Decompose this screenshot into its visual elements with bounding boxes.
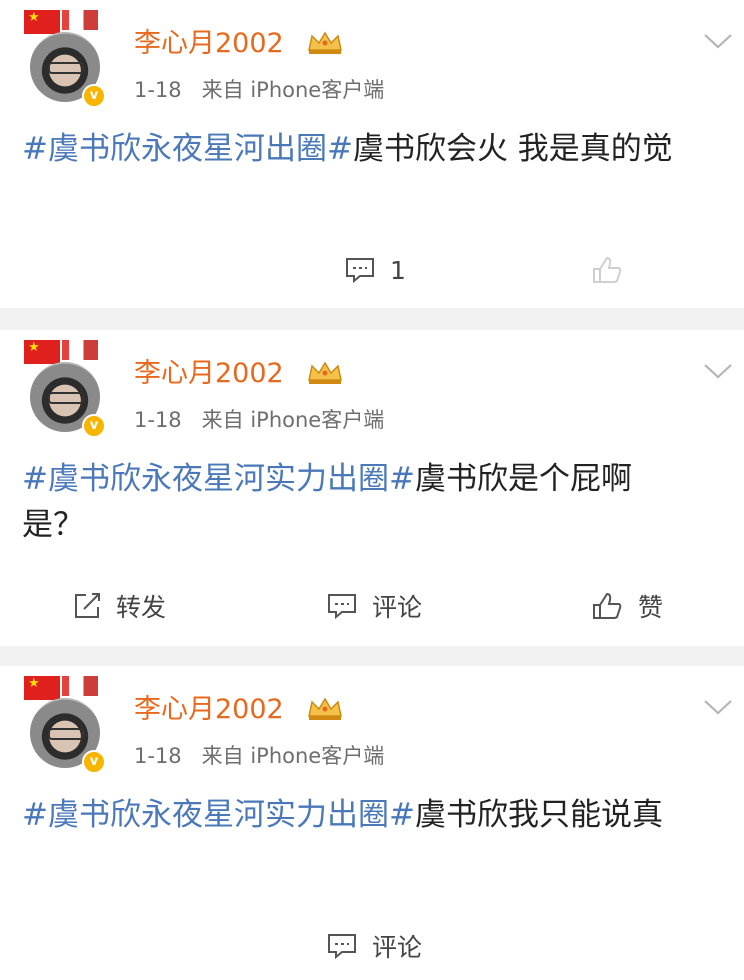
chevron-down-icon[interactable] — [702, 30, 734, 52]
like-button[interactable] — [590, 244, 638, 296]
username[interactable]: 李心月2002 — [134, 692, 284, 728]
avatar-glasses — [48, 392, 84, 404]
like-icon — [593, 592, 622, 619]
flag-decoration — [62, 10, 98, 30]
verified-badge-icon: v — [82, 84, 106, 108]
verified-badge-icon: v — [82, 750, 106, 774]
hashtag-link[interactable]: #虞书欣永夜星河实力出圈# — [22, 797, 415, 833]
action-bar: 评论 — [0, 920, 744, 972]
avatar[interactable]: v — [24, 340, 108, 438]
post-source: 来自 iPhone客户端 — [201, 408, 385, 432]
post-content: #虞书欣永夜星河实力出圈#虞书欣我只能说真 — [22, 792, 722, 838]
post-meta: 1-18 来自 iPhone客户端 — [134, 406, 384, 434]
post-text: 虞书欣会火 我是真的觉 — [352, 131, 673, 167]
comment-icon — [328, 594, 356, 620]
flag-icon — [24, 340, 60, 364]
flag-icon — [24, 10, 60, 34]
repost-button[interactable] — [60, 244, 180, 296]
action-bar: 转发 评论 赞 — [0, 580, 744, 632]
post-source: 来自 iPhone客户端 — [201, 744, 385, 768]
repost-button[interactable]: 转发 — [72, 580, 166, 632]
comment-label: 评论 — [372, 933, 423, 962]
comment-icon — [328, 934, 356, 960]
repost-icon — [75, 593, 100, 618]
post-text-continued: 是？ — [22, 507, 84, 543]
flag-decoration — [62, 340, 98, 360]
avatar[interactable]: v — [24, 676, 108, 774]
like-label: 赞 — [638, 593, 664, 622]
repost-label: 转发 — [116, 593, 167, 622]
post-source: 来自 iPhone客户端 — [201, 78, 385, 102]
flag-decoration — [62, 676, 98, 696]
avatar[interactable]: v — [24, 10, 108, 108]
post-text: 虞书欣我只能说真 — [414, 797, 663, 833]
chevron-down-icon[interactable] — [702, 360, 734, 382]
comment-button[interactable]: 评论 — [326, 920, 422, 972]
like-icon — [593, 256, 622, 283]
verified-badge-icon: v — [82, 414, 106, 438]
hashtag-link[interactable]: #虞书欣永夜星河出圈# — [22, 131, 353, 167]
username[interactable]: 李心月2002 — [134, 356, 284, 392]
chevron-down-icon[interactable] — [702, 696, 734, 718]
hashtag-link[interactable]: #虞书欣永夜星河实力出圈# — [22, 461, 415, 497]
comment-label: 评论 — [372, 593, 423, 622]
avatar-glasses — [48, 62, 84, 74]
comment-button[interactable]: 评论 — [326, 580, 422, 632]
post-date: 1-18 — [134, 78, 182, 102]
crown-icon — [308, 697, 342, 720]
comment-button[interactable]: 1 — [344, 244, 406, 296]
post-content: #虞书欣永夜星河出圈#虞书欣会火 我是真的觉 — [22, 126, 722, 172]
action-bar: 1 — [0, 244, 744, 296]
like-button[interactable]: 赞 — [590, 580, 663, 632]
crown-icon — [308, 361, 342, 384]
post-text: 虞书欣是个屁啊 — [414, 461, 632, 497]
weibo-post: v 李心月2002 1-18 来自 iPhone客户端 #虞书欣永夜星河出圈#虞书… — [0, 0, 744, 308]
crown-icon — [308, 31, 342, 54]
comment-count: 1 — [390, 255, 406, 285]
post-content: #虞书欣永夜星河实力出圈#虞书欣是个屁啊 是？ — [22, 456, 722, 548]
post-meta: 1-18 来自 iPhone客户端 — [134, 742, 384, 770]
avatar-glasses — [48, 728, 84, 740]
comment-icon — [346, 258, 374, 284]
username[interactable]: 李心月2002 — [134, 26, 284, 62]
post-date: 1-18 — [134, 744, 182, 768]
post-date: 1-18 — [134, 408, 182, 432]
weibo-post: v 李心月2002 1-18 来自 iPhone客户端 #虞书欣永夜星河实力出圈#… — [0, 330, 744, 646]
post-meta: 1-18 来自 iPhone客户端 — [134, 76, 384, 104]
weibo-post: v 李心月2002 1-18 来自 iPhone客户端 #虞书欣永夜星河实力出圈#… — [0, 666, 744, 980]
flag-icon — [24, 676, 60, 700]
